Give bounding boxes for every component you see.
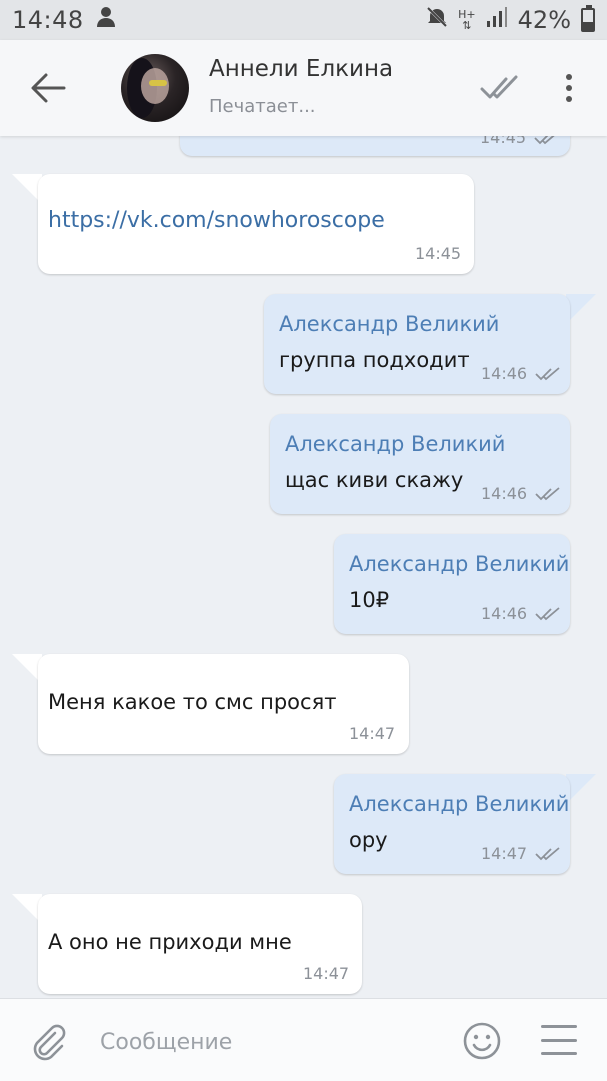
back-arrow-icon[interactable] bbox=[28, 70, 68, 106]
sender-name[interactable]: Александр Великий bbox=[285, 432, 505, 456]
battery-percent: 42% bbox=[517, 6, 571, 34]
network-type: H+ bbox=[458, 8, 476, 21]
sender-name[interactable]: Александр Великий bbox=[349, 552, 569, 576]
status-bar: 14:48 H+ ⇅ 42% bbox=[0, 0, 607, 40]
message-time: 14:46 bbox=[481, 364, 528, 383]
message-meta: 14:47 bbox=[303, 964, 349, 983]
read-ticks-icon bbox=[535, 846, 560, 860]
message-input[interactable] bbox=[98, 1019, 432, 1065]
message-text: Меня какое то смс просят bbox=[48, 690, 337, 714]
message-time: 14:46 bbox=[481, 604, 528, 623]
message-time: 14:47 bbox=[303, 964, 350, 983]
double-check-icon[interactable] bbox=[480, 74, 518, 102]
message-bubble-incoming[interactable]: https://vk.com/snowhoroscope 14:45 bbox=[38, 174, 474, 274]
read-ticks-icon bbox=[535, 486, 560, 500]
message-text: группа подходит bbox=[279, 348, 470, 372]
bubble-tail bbox=[566, 294, 596, 324]
read-ticks-icon bbox=[534, 136, 555, 144]
avatar[interactable] bbox=[121, 54, 189, 122]
data-arrows-icon: H+ ⇅ bbox=[458, 8, 476, 32]
paperclip-icon[interactable] bbox=[28, 1021, 68, 1061]
message-text: 10₽ bbox=[349, 588, 390, 612]
status-time: 14:48 bbox=[12, 6, 84, 34]
more-vertical-icon[interactable] bbox=[555, 68, 583, 108]
sender-name[interactable]: Александр Великий bbox=[279, 312, 499, 336]
message-meta: 14:47 bbox=[481, 844, 561, 863]
message-bubble-outgoing[interactable]: Александр Великий щас киви скажу 14:46 bbox=[270, 414, 570, 514]
emoji-icon[interactable] bbox=[462, 1021, 502, 1061]
message-bubble-outgoing[interactable]: Александр Великий группа подходит 14:46 bbox=[264, 294, 570, 394]
message-composer bbox=[0, 998, 607, 1081]
mute-icon bbox=[426, 6, 448, 34]
message-time: 14:47 bbox=[349, 724, 396, 743]
message-meta: 14:45 bbox=[480, 136, 560, 147]
message-bubble-outgoing[interactable]: 14:45 bbox=[180, 136, 570, 156]
typing-status: Печатает... bbox=[209, 96, 316, 117]
read-ticks-icon bbox=[535, 366, 560, 380]
message-link[interactable]: https://vk.com/snowhoroscope bbox=[48, 208, 385, 233]
message-time: 14:46 bbox=[481, 484, 528, 503]
message-time: 14:47 bbox=[481, 844, 528, 863]
battery-icon bbox=[581, 5, 595, 32]
contact-name[interactable]: Аннели Елкина bbox=[209, 56, 393, 82]
chat-header: Аннели Елкина Печатает... bbox=[0, 40, 607, 136]
battery-fill bbox=[583, 21, 593, 30]
message-bubble-incoming[interactable]: А оно не приходи мне 14:47 bbox=[38, 894, 362, 994]
read-ticks-icon bbox=[535, 606, 560, 620]
bubble-tail bbox=[566, 774, 596, 804]
message-list[interactable]: 14:45 https://vk.com/snowhoroscope 14:45… bbox=[0, 136, 607, 998]
signal-icon bbox=[486, 6, 508, 34]
message-meta: 14:47 bbox=[349, 724, 395, 743]
user-icon bbox=[96, 6, 116, 34]
message-meta: 14:45 bbox=[415, 244, 461, 263]
message-meta: 14:46 bbox=[481, 364, 561, 383]
message-bubble-incoming[interactable]: Меня какое то смс просят 14:47 bbox=[38, 654, 409, 754]
message-time: 14:45 bbox=[415, 244, 462, 263]
message-meta: 14:46 bbox=[481, 604, 561, 623]
menu-icon[interactable] bbox=[541, 1025, 577, 1055]
message-bubble-outgoing[interactable]: Александр Великий 10₽ 14:46 bbox=[334, 534, 570, 634]
message-text: щас киви скажу bbox=[285, 468, 464, 492]
message-meta: 14:46 bbox=[481, 484, 561, 503]
message-text: А оно не приходи мне bbox=[48, 930, 292, 954]
message-time: 14:45 bbox=[480, 136, 527, 147]
sender-name[interactable]: Александр Великий bbox=[349, 792, 569, 816]
message-bubble-outgoing[interactable]: Александр Великий ору 14:47 bbox=[334, 774, 570, 874]
message-text: ору bbox=[349, 828, 388, 852]
